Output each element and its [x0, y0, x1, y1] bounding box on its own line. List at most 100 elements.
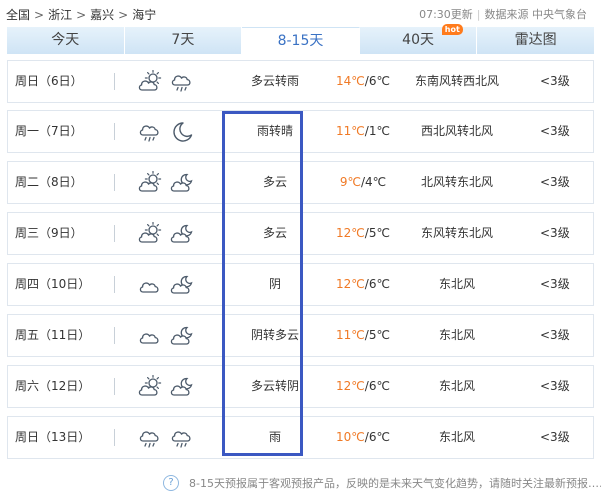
temperature: 9℃/4℃: [339, 175, 387, 189]
weather-icons: [138, 375, 194, 399]
wind-direction: 东北风: [438, 430, 475, 444]
temp-high: 11℃: [336, 328, 365, 342]
weather-icons: [138, 70, 194, 94]
temp-high: 12℃: [336, 226, 365, 240]
temperature: 10℃/6℃: [336, 430, 390, 444]
partly-cloudy-night-icon: [170, 377, 193, 396]
temp-low: 5℃: [368, 328, 390, 342]
weather-condition: 雨转晴: [256, 124, 293, 138]
weather-condition: 阴转多云: [250, 328, 299, 342]
wind-level: <3级: [540, 124, 570, 138]
tab-8-15-day[interactable]: 8-15天: [242, 27, 360, 55]
temp-low: 6℃: [368, 430, 390, 444]
weather-condition: 阴: [268, 277, 281, 291]
weather-condition: 多云转阴: [250, 379, 299, 393]
forecast-row: 周六（12日） 多云转阴 12℃/6℃ 东北风 <3级: [7, 365, 594, 408]
temp-low: 6℃: [368, 277, 390, 291]
top-bar: 全国 > 浙江 > 嘉兴 > 海宁 07:30更新 | 数据来源 中央气象台: [0, 0, 601, 27]
breadcrumb-separator: >: [76, 8, 87, 22]
wind-direction: 东北风: [438, 328, 475, 342]
moon-icon: [173, 122, 193, 142]
forecast-row: 周三（9日） 多云 12℃/5℃ 东风转东北风 <3级: [7, 212, 594, 255]
temperature: 12℃/5℃: [336, 226, 390, 240]
forecast-row: 周五（11日） 阴转多云 11℃/5℃ 东北风 <3级: [7, 314, 594, 357]
rain-icon: [139, 431, 159, 448]
row-divider: [114, 429, 115, 446]
temperature: 12℃/6℃: [336, 277, 390, 291]
weather-condition: 多云: [262, 226, 287, 240]
temp-low: 4℃: [365, 175, 387, 189]
weather-condition: 多云: [262, 175, 287, 189]
forecast-date: 周三（9日）: [15, 226, 83, 240]
weather-icons: [138, 171, 194, 195]
row-divider: [114, 225, 115, 242]
weather-icons: [138, 426, 194, 450]
wind-direction: 北风转东北风: [420, 175, 493, 189]
breadcrumb: 全国 > 浙江 > 嘉兴 > 海宁: [6, 6, 156, 23]
forecast-date: 周五（11日）: [15, 328, 91, 342]
temp-high: 12℃: [336, 277, 365, 291]
breadcrumb-separator: >: [34, 8, 45, 22]
temp-high: 9℃: [339, 175, 361, 189]
wind-direction: 东北风: [438, 379, 475, 393]
temp-high: 14℃: [336, 74, 365, 88]
temp-high: 11℃: [336, 124, 365, 138]
weather-icons: [138, 273, 194, 297]
partly-cloudy-night-icon: [170, 275, 193, 294]
cloud-icon: [139, 333, 159, 344]
partly-cloudy-night-icon: [170, 173, 193, 192]
wind-level: <3级: [540, 74, 570, 88]
tab-7-day[interactable]: 7天: [124, 27, 243, 54]
temp-high: 10℃: [336, 430, 365, 444]
wind-direction: 东风转东北风: [420, 226, 493, 240]
temp-low: 1℃: [368, 124, 390, 138]
temp-low: 6℃: [368, 74, 390, 88]
row-divider: [114, 174, 115, 191]
row-divider: [114, 123, 115, 140]
rain-icon: [139, 125, 159, 142]
tab-radar[interactable]: 雷达图: [477, 27, 594, 54]
breadcrumb-city[interactable]: 嘉兴: [90, 8, 114, 22]
weather-condition: 雨: [268, 430, 281, 444]
wind-direction: 西北风转北风: [420, 124, 493, 138]
weather-icons: [138, 324, 194, 348]
breadcrumb-province[interactable]: 浙江: [48, 8, 72, 22]
question-icon[interactable]: ?: [163, 475, 179, 491]
wind-level: <3级: [540, 379, 570, 393]
partly-cloudy-night-icon: [170, 326, 193, 345]
update-meta: 07:30更新 | 数据来源 中央气象台: [419, 6, 587, 22]
temperature: 11℃/5℃: [336, 328, 390, 342]
forecast-date: 周六（12日）: [15, 379, 91, 393]
breadcrumb-separator: >: [118, 8, 129, 22]
temp-low: 6℃: [368, 379, 390, 393]
wind-level: <3级: [540, 226, 570, 240]
partly-cloudy-day-icon: [138, 222, 162, 243]
cloud-icon: [139, 282, 159, 293]
breadcrumb-county: 海宁: [132, 8, 157, 22]
wind-level: <3级: [540, 277, 570, 291]
forecast-row: 周日（6日） 多云转雨 14℃/6℃ 东南风转西北风 <3级: [7, 60, 594, 103]
row-divider: [114, 73, 115, 90]
rain-icon: [171, 431, 191, 448]
footnote: ? 8-15天预报属于客观预报产品，反映的是未来天气变化趋势，请随时关注最新预报……: [163, 475, 601, 491]
tab-40-day[interactable]: 40天 hot: [359, 24, 478, 54]
footnote-text: 8-15天预报属于客观预报产品，反映的是未来天气变化趋势，请随时关注最新预报……: [189, 477, 601, 490]
wind-level: <3级: [540, 328, 570, 342]
weather-icons: [138, 120, 194, 144]
tab-today[interactable]: 今天: [7, 27, 125, 54]
temp-low: 5℃: [368, 226, 390, 240]
partly-cloudy-day-icon: [138, 171, 162, 192]
forecast-date: 周一（7日）: [15, 124, 83, 138]
update-time: 07:30更新: [419, 8, 473, 21]
tab-40-day-label: 40天: [402, 32, 434, 48]
forecast-row: 周四（10日） 阴 12℃/6℃ 东北风 <3级: [7, 263, 594, 306]
forecast-date: 周二（8日）: [15, 175, 83, 189]
forecast-tabs: 今天 7天 8-15天 40天 hot 雷达图: [7, 24, 594, 55]
forecast-row: 周二（8日） 多云 9℃/4℃ 北风转东北风 <3级: [7, 161, 594, 204]
forecast-date: 周日（13日）: [15, 430, 91, 444]
breadcrumb-national[interactable]: 全国: [6, 8, 30, 22]
temperature: 12℃/6℃: [336, 379, 390, 393]
row-divider: [114, 378, 115, 395]
partly-cloudy-day-icon: [138, 375, 162, 396]
wind-direction: 东北风: [438, 277, 475, 291]
